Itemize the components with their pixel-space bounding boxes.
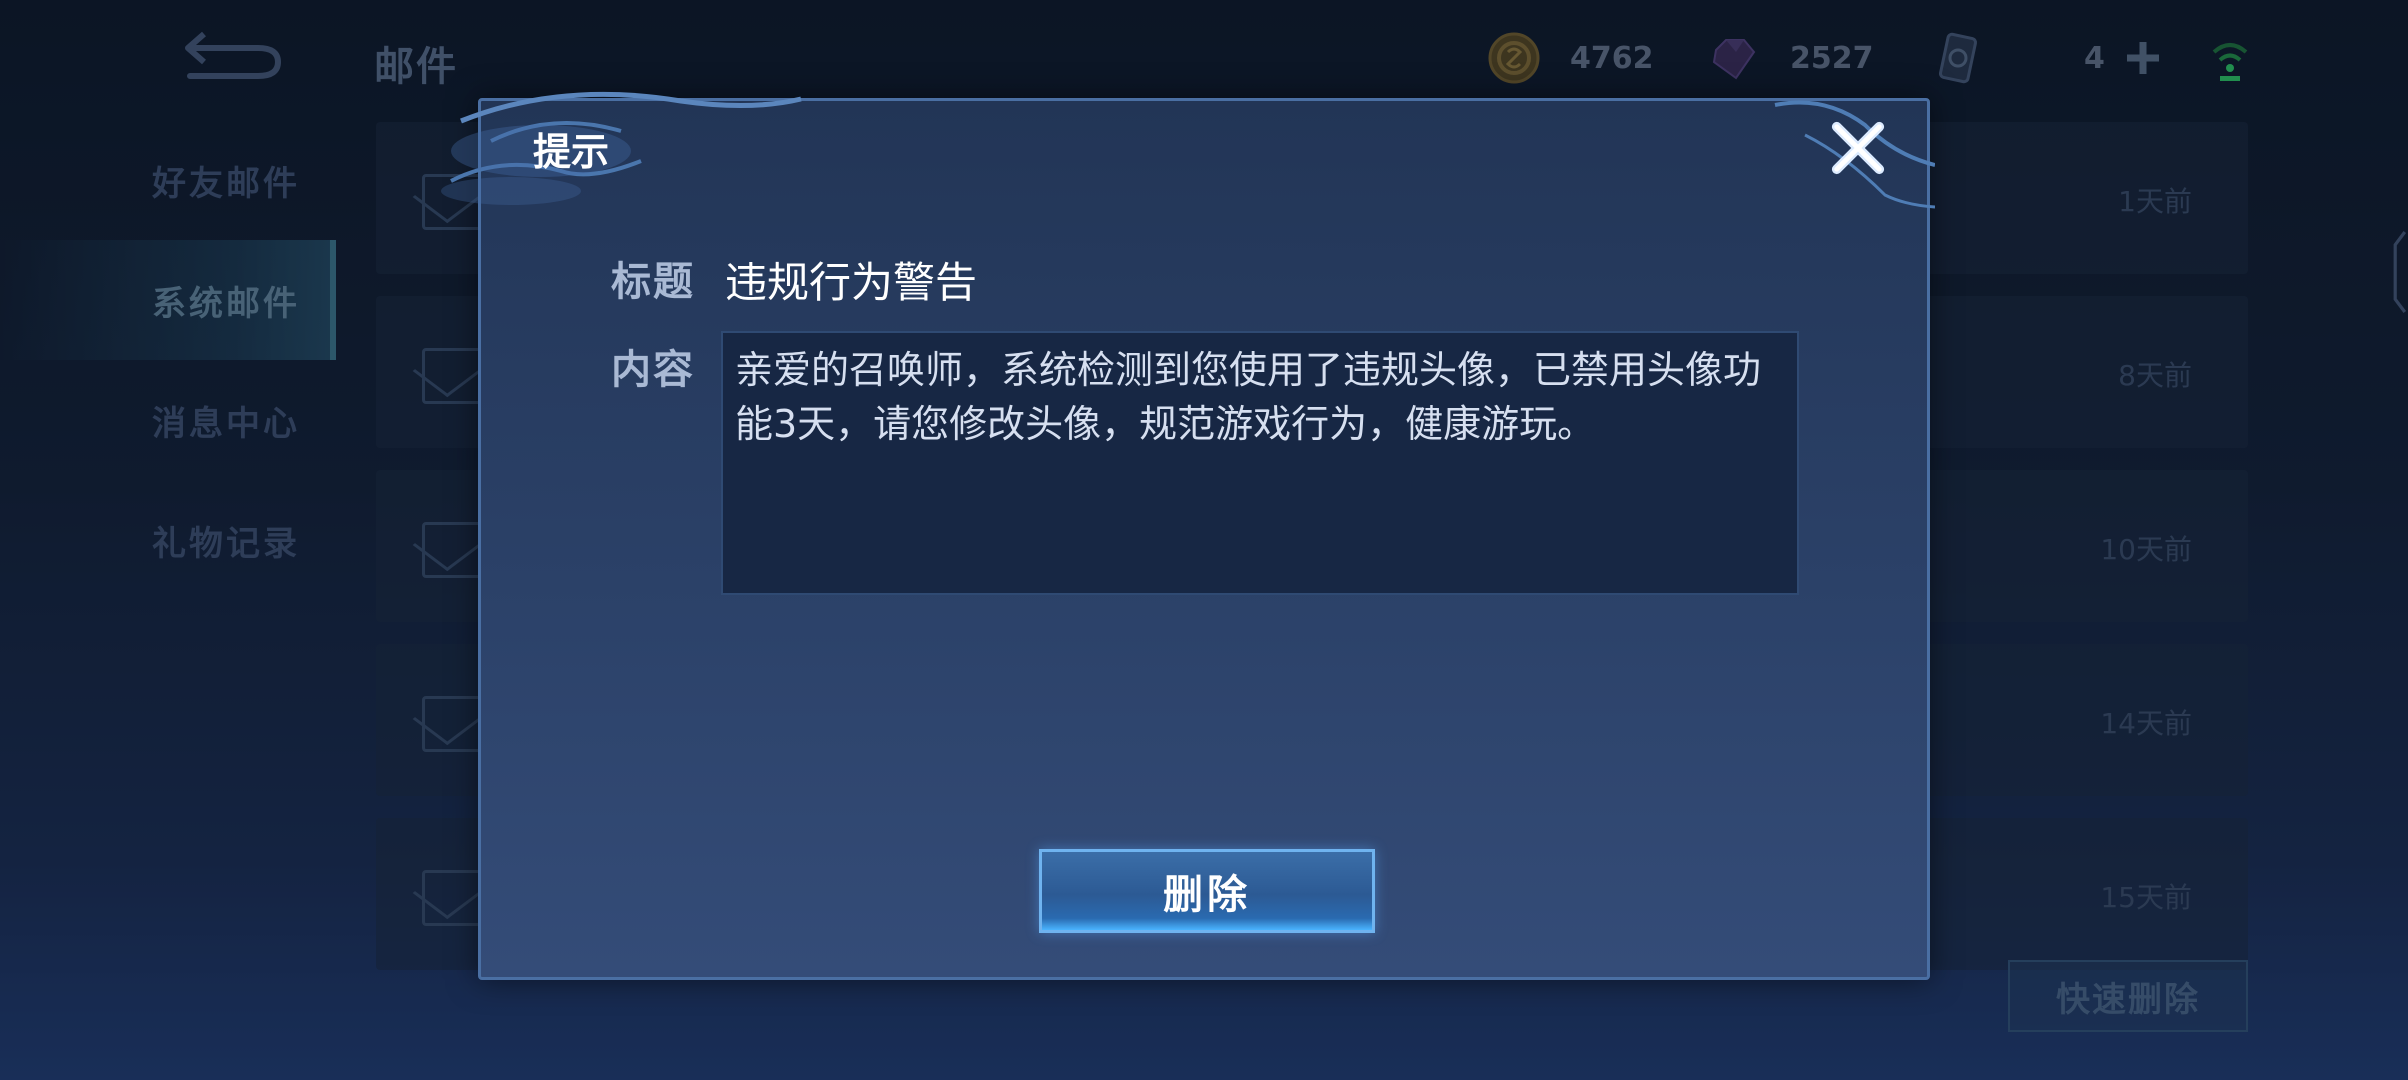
close-icon <box>1831 121 1885 175</box>
close-button[interactable] <box>1823 113 1893 183</box>
delete-button[interactable]: 删除 <box>1039 849 1375 933</box>
content-label: 内容 <box>611 347 695 393</box>
subject-label: 标题 <box>611 259 695 305</box>
dialog-title: 提示 <box>533 130 610 174</box>
mail-detail-dialog: 提示 标题 违规行为警告 内容 亲爱的召唤师，系统检测到您使用了违规头像，已禁用… <box>441 91 1935 980</box>
mail-subject: 违规行为警告 <box>725 258 978 307</box>
mail-content: 亲爱的召唤师，系统检测到您使用了违规头像，已禁用头像功能3天，请您修改头像，规范… <box>721 331 1799 595</box>
cloud-ornament-icon <box>441 91 802 205</box>
